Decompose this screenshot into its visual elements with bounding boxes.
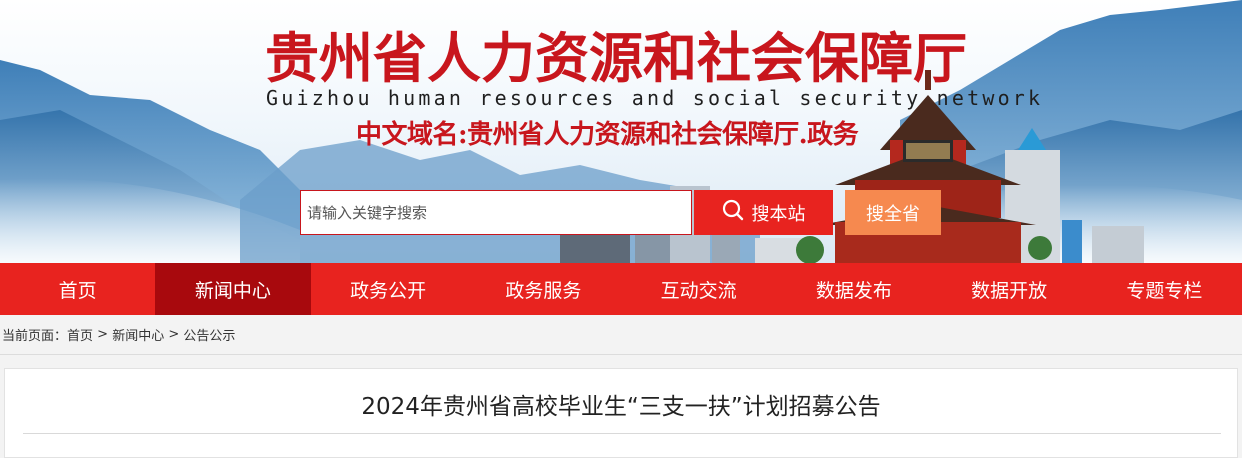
search-site-label: 搜本站: [751, 203, 806, 225]
search-site-button[interactable]: 搜本站: [694, 190, 833, 235]
nav-item-topics[interactable]: 专题专栏: [1087, 263, 1242, 315]
nav-item-gov-service[interactable]: 政务服务: [466, 263, 621, 315]
nav-item-home[interactable]: 首页: [0, 263, 155, 315]
search-all-label: 搜全省: [866, 203, 920, 225]
search-all-button[interactable]: 搜全省: [845, 190, 941, 235]
title-divider: [23, 433, 1221, 434]
site-subtitle: Guizhou human resources and social secur…: [266, 86, 1044, 110]
nav-item-data-open[interactable]: 数据开放: [932, 263, 1087, 315]
breadcrumb-separator: >: [168, 327, 180, 342]
breadcrumb-separator: >: [97, 327, 109, 342]
nav-item-gov-open[interactable]: 政务公开: [311, 263, 466, 315]
site-banner: 贵州省人力资源和社会保障厅 Guizhou human resources an…: [0, 0, 1242, 263]
main-nav: 首页 新闻中心 政务公开 政务服务 互动交流 数据发布 数据开放 专题专栏: [0, 263, 1242, 315]
search-box: [300, 190, 692, 235]
breadcrumb-announcements[interactable]: 公告公示: [183, 325, 235, 344]
breadcrumb-prefix: 当前页面：: [2, 329, 68, 344]
search-icon: [722, 199, 744, 226]
breadcrumb-news[interactable]: 新闻中心: [112, 325, 164, 344]
nav-item-news[interactable]: 新闻中心: [155, 263, 311, 315]
article-panel: 2024年贵州省高校毕业生“三支一扶”计划招募公告: [4, 368, 1238, 458]
search-input[interactable]: [301, 191, 691, 234]
article-title: 2024年贵州省高校毕业生“三支一扶”计划招募公告: [361, 394, 881, 420]
breadcrumb-home[interactable]: 首页: [67, 325, 93, 344]
site-title: 贵州省人力资源和社会保障厅: [265, 26, 967, 90]
nav-item-interaction[interactable]: 互动交流: [621, 263, 776, 315]
breadcrumb: 当前页面： 首页 > 新闻中心 > 公告公示: [0, 315, 1242, 355]
nav-item-data-release[interactable]: 数据发布: [776, 263, 931, 315]
site-domain-label: 中文域名:贵州省人力资源和社会保障厅.政务: [356, 120, 859, 150]
